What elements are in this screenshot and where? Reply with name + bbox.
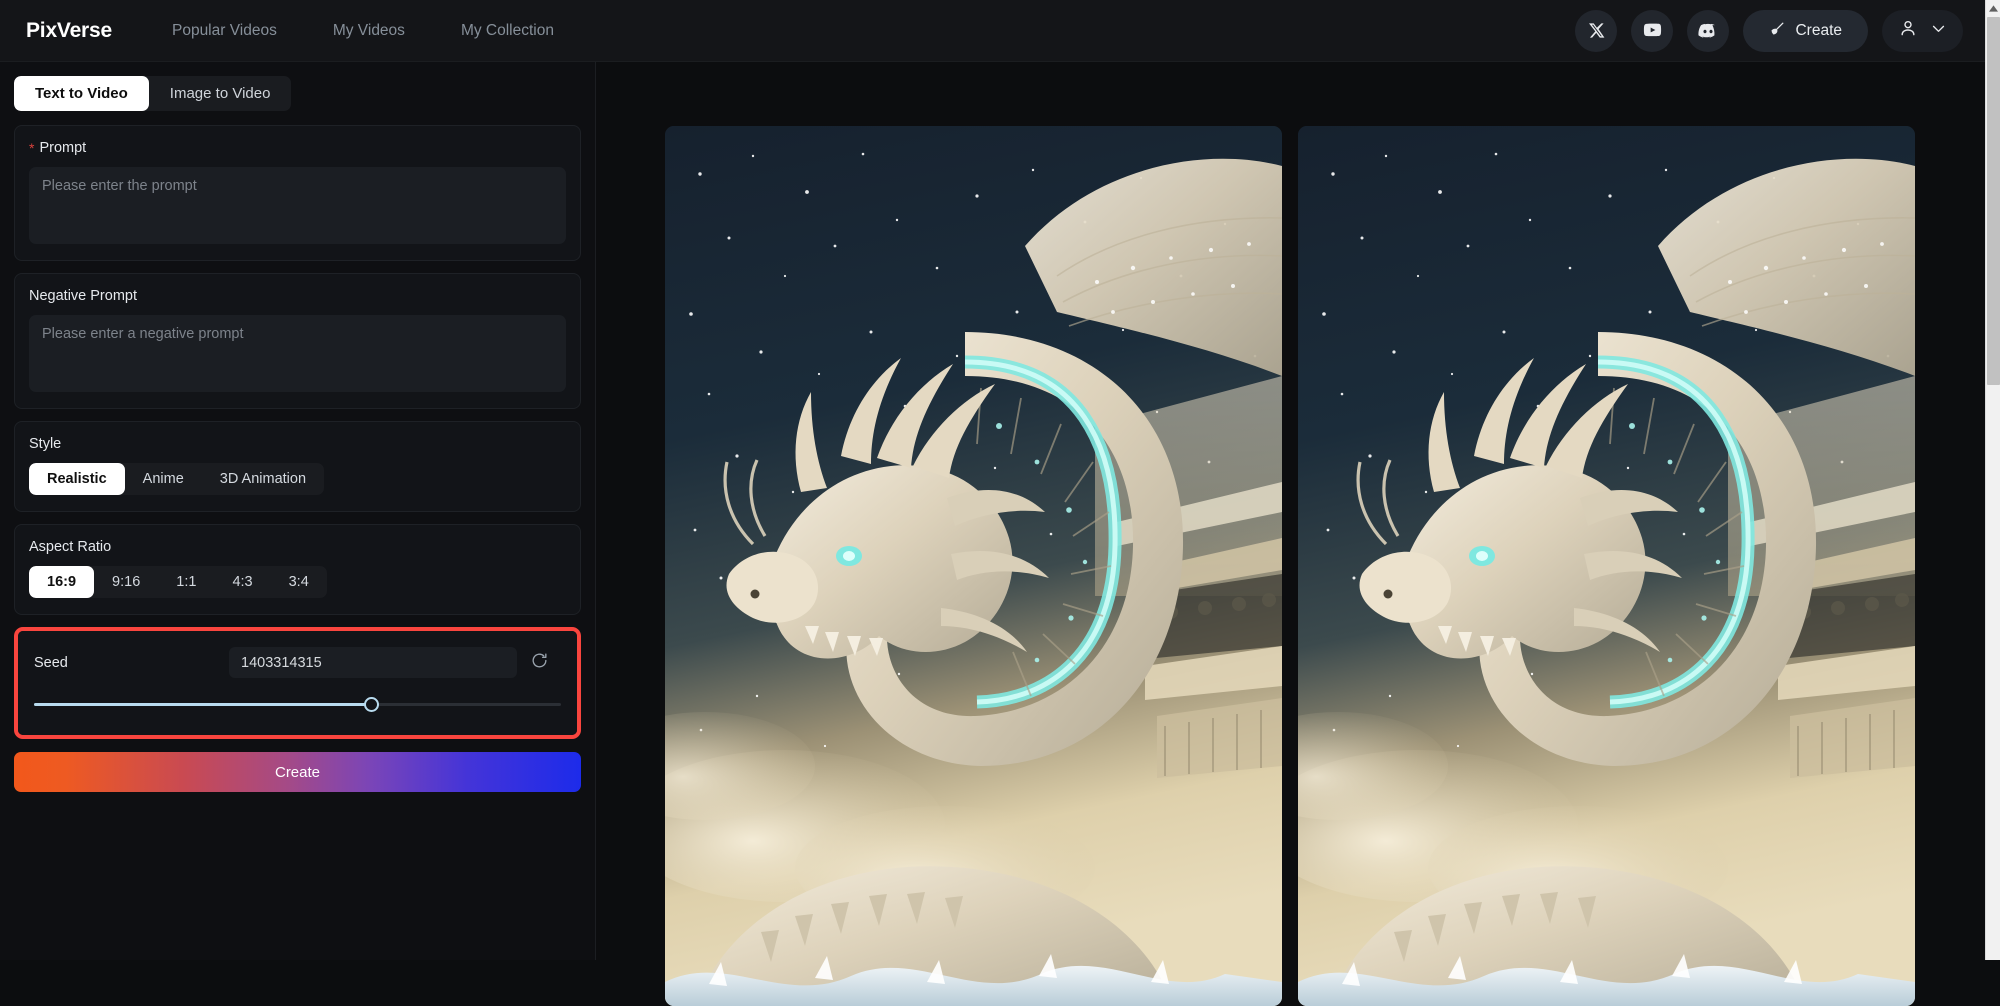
- tab-image-to-video[interactable]: Image to Video: [149, 76, 292, 111]
- aspect-ratio-label: Aspect Ratio: [29, 539, 566, 555]
- page-scrollbar[interactable]: [1985, 0, 2000, 960]
- nav-link-popular-videos[interactable]: Popular Videos: [172, 22, 277, 40]
- create-button[interactable]: Create: [14, 752, 581, 792]
- user-menu-button[interactable]: [1882, 10, 1963, 52]
- nav-link-my-collection[interactable]: My Collection: [461, 22, 554, 40]
- aspect-ratio-option-9-16[interactable]: 9:16: [94, 566, 158, 598]
- seed-section-highlight: Seed 1403314315: [14, 627, 581, 739]
- seed-label: Seed: [34, 655, 229, 671]
- dragon-artwork: [665, 126, 1282, 1006]
- negative-prompt-label-row: Negative Prompt: [29, 288, 566, 304]
- style-label: Style: [29, 436, 566, 452]
- main-nav: Popular Videos My Videos My Collection: [172, 22, 554, 40]
- style-options: Realistic Anime 3D Animation: [29, 463, 324, 495]
- prompt-section: * Prompt Please enter the prompt: [14, 125, 581, 261]
- seed-section: Seed 1403314315: [18, 631, 577, 735]
- seed-refresh-button[interactable]: [517, 651, 561, 675]
- prompt-label: Prompt: [39, 140, 86, 156]
- seed-slider[interactable]: [34, 695, 561, 715]
- aspect-ratio-option-4-3[interactable]: 4:3: [214, 566, 270, 598]
- header-actions: Create: [1575, 10, 1963, 52]
- negative-prompt-section: Negative Prompt Please enter a negative …: [14, 273, 581, 409]
- youtube-button[interactable]: [1631, 10, 1673, 52]
- style-option-anime[interactable]: Anime: [125, 463, 202, 495]
- x-twitter-icon: [1588, 22, 1605, 39]
- seed-input[interactable]: 1403314315: [229, 647, 517, 678]
- tab-text-to-video[interactable]: Text to Video: [14, 76, 149, 111]
- discord-icon: [1698, 21, 1718, 41]
- refresh-icon: [530, 651, 549, 675]
- youtube-icon: [1642, 20, 1663, 41]
- creation-sidebar: Text to Video Image to Video * Prompt Pl…: [0, 62, 596, 960]
- video-result-2[interactable]: [1298, 126, 1915, 1006]
- seed-slider-thumb[interactable]: [364, 697, 379, 712]
- results-area: [597, 62, 1984, 960]
- aspect-ratio-option-1-1[interactable]: 1:1: [158, 566, 214, 598]
- style-option-realistic[interactable]: Realistic: [29, 463, 125, 495]
- prompt-label-row: * Prompt: [29, 140, 566, 156]
- aspect-ratio-option-16-9[interactable]: 16:9: [29, 566, 94, 598]
- nav-link-my-videos[interactable]: My Videos: [333, 22, 405, 40]
- style-option-3d-animation[interactable]: 3D Animation: [202, 463, 324, 495]
- header-create-button[interactable]: Create: [1743, 10, 1868, 52]
- aspect-ratio-section: Aspect Ratio 16:9 9:16 1:1 4:3 3:4: [14, 524, 581, 615]
- app-logo: PixVerse: [26, 19, 112, 43]
- user-avatar-icon: [1898, 18, 1918, 43]
- video-result-1[interactable]: [665, 126, 1282, 1006]
- brush-icon: [1769, 20, 1786, 42]
- prompt-input[interactable]: Please enter the prompt: [29, 167, 566, 244]
- x-twitter-button[interactable]: [1575, 10, 1617, 52]
- mode-tabs: Text to Video Image to Video: [14, 76, 291, 111]
- header-create-label: Create: [1795, 22, 1842, 40]
- seed-row: Seed 1403314315: [34, 647, 561, 678]
- negative-prompt-label: Negative Prompt: [29, 288, 137, 304]
- aspect-ratio-option-3-4[interactable]: 3:4: [271, 566, 327, 598]
- scroll-up-arrow-icon[interactable]: [1986, 0, 2000, 16]
- aspect-ratio-options: 16:9 9:16 1:1 4:3 3:4: [29, 566, 327, 598]
- style-section: Style Realistic Anime 3D Animation: [14, 421, 581, 512]
- dragon-artwork-2: [1298, 126, 1915, 1006]
- negative-prompt-input[interactable]: Please enter a negative prompt: [29, 315, 566, 392]
- seed-slider-fill: [34, 703, 371, 706]
- chevron-down-icon: [1930, 20, 1947, 42]
- required-asterisk: *: [29, 141, 34, 155]
- app-header: PixVerse Popular Videos My Videos My Col…: [0, 0, 1985, 62]
- discord-button[interactable]: [1687, 10, 1729, 52]
- scroll-thumb[interactable]: [1987, 17, 2000, 385]
